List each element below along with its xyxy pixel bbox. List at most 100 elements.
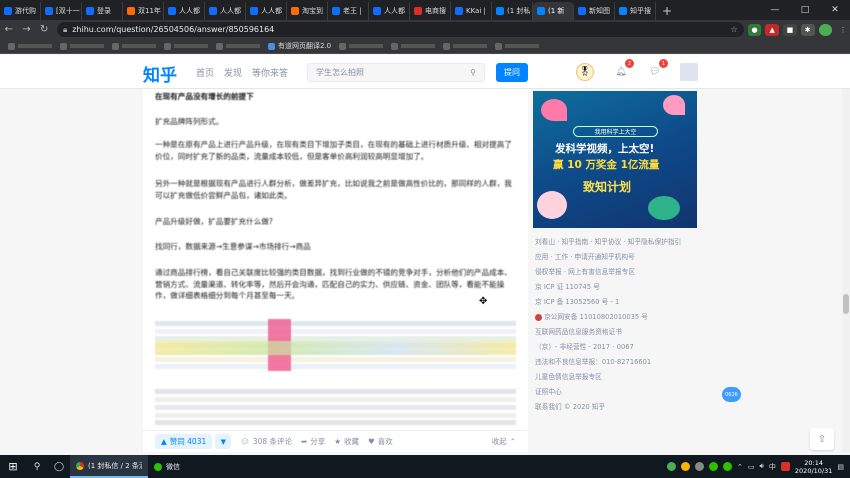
taskbar-app-wechat[interactable]: 微信 [148,455,186,478]
tray-app-icon[interactable] [694,462,704,471]
tray-app-icon[interactable] [666,462,676,471]
bookmark-favicon-icon [495,42,503,50]
bookmark-item[interactable] [162,42,210,50]
browser-tab[interactable]: 淘宝到 [287,2,328,20]
bookmark-item[interactable] [110,42,158,50]
tray-wechat-icon[interactable] [722,462,732,471]
browser-tab[interactable]: 知乎搜 [615,2,656,20]
browser-tab[interactable]: 人人都 [246,2,287,20]
task-view-icon[interactable]: ◯ [48,455,70,478]
network-icon[interactable]: ▭ [748,463,755,471]
page-scrollbar[interactable] [842,89,850,452]
chevron-up-icon[interactable]: ⌃ [737,463,743,471]
bookmark-item[interactable] [389,42,437,50]
search-input[interactable]: 学生怎么拍照 ⚲ [307,63,485,82]
menu-kebab-icon[interactable]: ⋮ [836,24,850,36]
browser-tab[interactable]: (1 封私 [492,2,533,20]
footer-link[interactable]: 儿童色情信息举报专区 [535,371,602,381]
back-button[interactable]: ← [0,24,18,35]
browser-tab[interactable]: 人人都 [205,2,246,20]
nav-explore[interactable]: 发现 [224,66,242,79]
footer-link[interactable]: 应用 · 工作 · 申请开通知乎机构号 [535,251,635,261]
tray-wechat-icon[interactable] [708,462,718,471]
browser-tab[interactable]: (1 新 [533,2,574,20]
tab-favicon-icon [86,7,94,15]
footer-link-police[interactable]: 京公网安备 11010802010035 号 [535,311,648,321]
url-bar[interactable]: 🔒︎ zhihu.com/question/26504506/answer/85… [56,22,744,37]
footer-link[interactable]: 刘看山 · 知乎指南 · 知乎协议 · 知乎隐私保护指引 [535,236,681,246]
footer-link[interactable]: 违法和不良信息举报：010-82716601 [535,356,651,366]
browser-tab[interactable]: 新知图 [574,2,615,20]
tab-label: 人人都 [384,7,405,15]
browser-tab[interactable]: 人人都 [369,2,410,20]
back-to-top-button[interactable]: ⇧ [810,428,834,450]
close-window-button[interactable]: ✕ [820,0,850,20]
browser-tab[interactable]: 老王 | [328,2,369,20]
browser-tab[interactable]: KKai | [451,2,492,20]
scrollbar-thumb[interactable] [843,294,849,314]
extension-icon-green[interactable]: ● [747,23,762,36]
notification-bell-icon[interactable]: 🔔︎ 2 [612,59,634,81]
reload-button[interactable]: ↻ [35,24,53,35]
footer-link[interactable]: 证照中心 [535,386,562,396]
bookmark-item[interactable]: 有道网页翻译2.0 [266,41,333,51]
maximize-button[interactable]: □ [790,0,820,20]
tray-app-icon[interactable] [780,462,790,471]
forward-button[interactable]: → [18,24,36,35]
bookmarks-bar: 有道网页翻译2.0 [0,39,850,54]
bookmark-item[interactable] [6,42,54,50]
zhihu-logo[interactable]: 知乎 [143,61,177,86]
window-controls: — □ ✕ [760,0,850,20]
comments-button[interactable]: 💬︎ 308 条评论 [240,436,292,447]
share-button[interactable]: ➦ 分享 [301,436,325,447]
extensions-puzzle-icon[interactable]: ✱ [800,23,815,36]
extension-icon-grey[interactable]: ■ [783,23,797,36]
nav-waiting[interactable]: 等你来答 [252,66,288,79]
tray-app-icon[interactable] [680,462,690,471]
bookmark-item[interactable] [493,42,541,50]
footer-link[interactable]: 京 ICP 证 110745 号 [535,281,600,291]
clock[interactable]: 20:14 2020/10/31 [795,459,832,475]
browser-tab[interactable]: 电商搜 [410,2,451,20]
new-tab-button[interactable]: + [656,2,678,20]
bookmark-label [401,44,436,48]
footer-link[interactable]: 侵权举报 · 网上有害信息举报专区 [535,266,635,276]
search-icon[interactable]: ⚲ [26,455,48,478]
profile-avatar[interactable] [818,23,833,36]
floating-widget[interactable]: 0626 [722,387,741,402]
collapse-button[interactable]: 收起 ⌃ [492,436,516,447]
creator-icon[interactable]: 🎖︎ [576,63,594,81]
minimize-button[interactable]: — [760,0,790,20]
notification-center-icon[interactable]: ▤ [837,463,844,471]
volume-icon[interactable]: 🔊︎ [759,462,763,471]
bookmark-item[interactable] [337,42,385,50]
bookmark-star-icon[interactable]: ☆ [730,25,737,34]
browser-tab[interactable]: 游代购 [0,2,41,20]
input-language[interactable]: 中 [769,462,776,472]
taskbar-app-chrome[interactable]: (1 封私信 / 2 条消... [70,455,148,478]
downvote-button[interactable]: ▼ [215,434,232,449]
search-icon[interactable]: ⚲ [470,68,476,77]
like-button[interactable]: ♥ 喜欢 [368,436,393,447]
messages-icon[interactable]: 💬︎ 1 [646,59,668,81]
browser-tab[interactable]: 登录 [82,2,123,20]
footer-link[interactable]: 互联网药品信息服务资格证书 [535,326,622,336]
nav-home[interactable]: 首页 [196,66,214,79]
user-avatar[interactable] [680,63,698,81]
extension-icon-red[interactable]: ▲ [765,23,780,36]
browser-tab[interactable]: 双11年 [123,2,164,20]
favorite-button[interactable]: ★ 收藏 [334,436,359,447]
ask-button[interactable]: 提问 [496,63,528,82]
browser-tab[interactable]: 人人都 [164,2,205,20]
browser-tab[interactable]: [双十一 [41,2,82,20]
bookmark-item[interactable] [58,42,106,50]
tab-label: 新知图 [589,7,610,15]
promo-banner[interactable]: 我用科学上大空 发科学视频，上太空! 赢 10 万奖金 1亿流量 致知计划 [533,91,697,228]
footer-link[interactable]: 联系我们 © 2020 知乎 [535,401,605,411]
bookmark-item[interactable] [441,42,489,50]
windows-start-icon[interactable]: ⊞ [0,455,26,478]
bookmark-item[interactable] [214,42,262,50]
windows-taskbar: ⊞ ⚲ ◯ (1 封私信 / 2 条消... 微信 ⌃ ▭ 🔊︎ 中 20:14… [0,455,850,478]
upvote-button[interactable]: ▲ 赞同 4031 [155,434,213,449]
footer-link[interactable]: 京 ICP 备 13052560 号 - 1 [535,296,619,306]
